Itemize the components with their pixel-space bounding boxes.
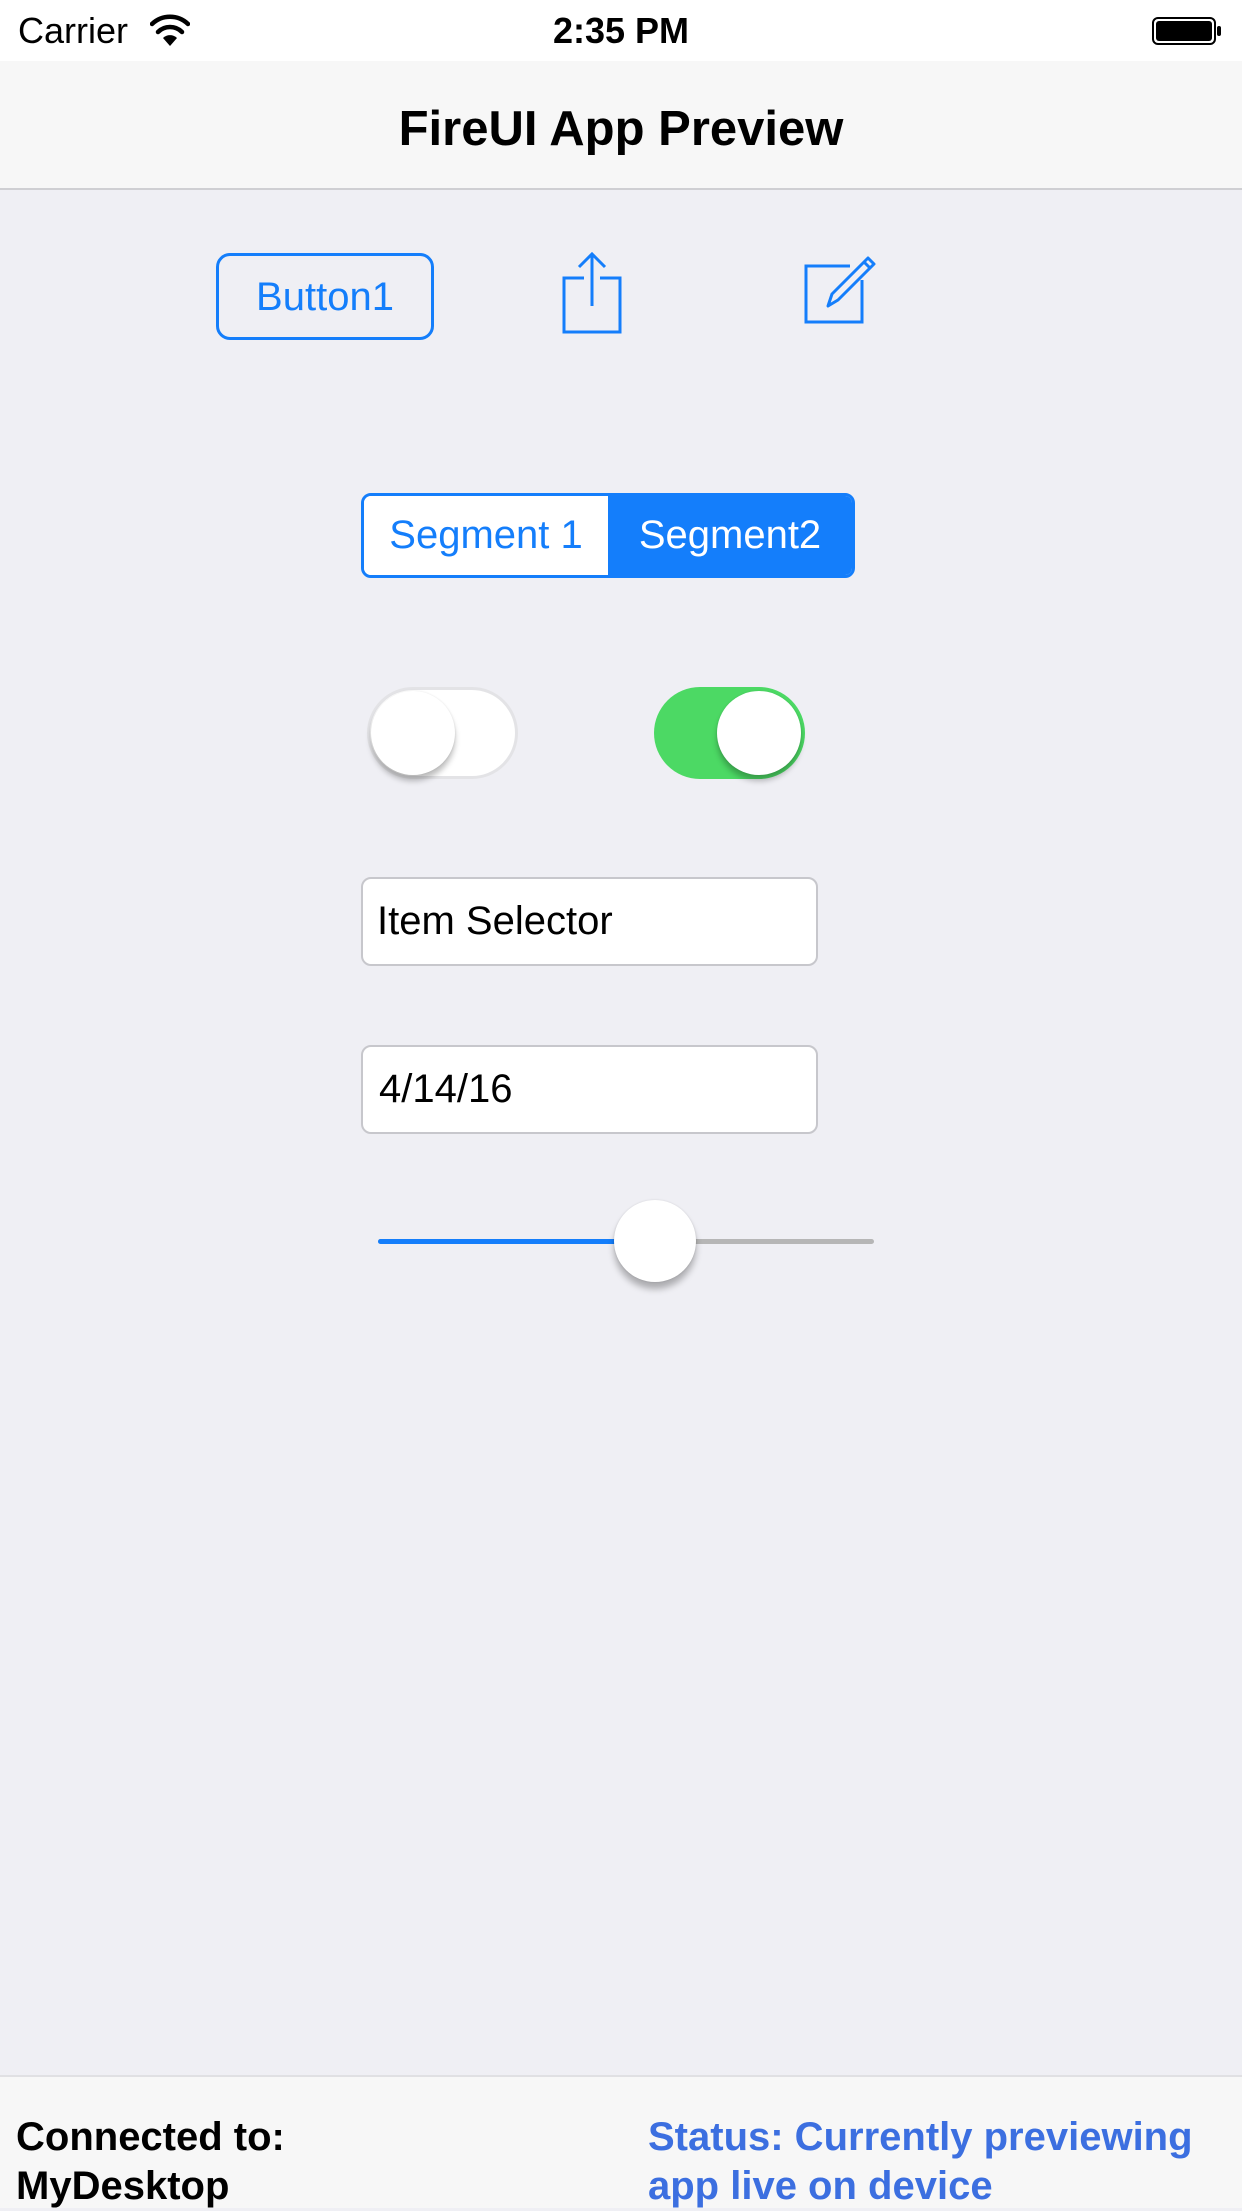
button1[interactable]: Button1 [216,253,434,340]
segmented-control: Segment 1 Segment2 [361,493,855,578]
status-line-2: app live on device [648,2164,993,2208]
status-bar: Carrier 2:35 PM [0,0,1242,61]
segment-1[interactable]: Segment 1 [364,496,608,575]
segment-2[interactable]: Segment2 [608,496,852,575]
switch-knob [371,691,455,775]
page-title: FireUI App Preview [398,102,844,156]
status-time: 2:35 PM [552,10,690,51]
navigation-bar: FireUI App Preview [0,61,1242,190]
status-line-1: Status: Currently previewing [648,2115,1193,2159]
slider[interactable] [378,1200,874,1284]
connected-device: MyDesktop [16,2164,230,2208]
compose-icon[interactable] [802,252,880,332]
connected-label: Connected to: [16,2115,285,2159]
battery-icon [1152,17,1221,45]
switch-off[interactable] [367,687,518,779]
switch-knob [717,691,801,775]
item-selector-field[interactable]: Item Selector [361,877,818,966]
date-field[interactable]: 4/14/16 [361,1045,818,1134]
switch-on[interactable] [654,687,805,779]
slider-thumb[interactable] [613,1200,696,1282]
connection-footer: Connected to: MyDesktop Status: Currentl… [0,2075,1242,2208]
connection-info: Connected to: MyDesktop [16,2113,576,2211]
preview-status: Status: Currently previewing app live on… [648,2113,1242,2211]
share-icon[interactable] [560,250,624,334]
